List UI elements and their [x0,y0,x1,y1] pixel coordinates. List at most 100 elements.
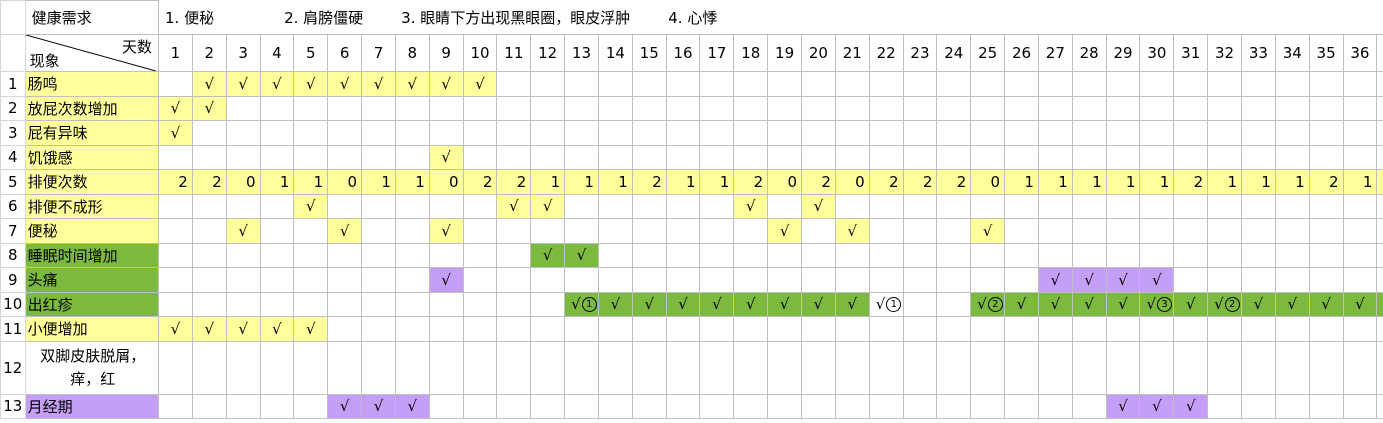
data-cell[interactable] [394,291,430,317]
data-cell[interactable] [361,316,396,342]
data-cell[interactable] [970,193,1006,219]
data-cell[interactable] [1274,95,1310,121]
data-cell[interactable] [1376,242,1383,268]
data-cell[interactable] [157,291,193,317]
data-cell[interactable]: √ [1105,393,1141,419]
data-cell[interactable] [1308,193,1344,219]
data-cell[interactable] [259,193,295,219]
data-cell[interactable] [1037,340,1073,395]
data-cell[interactable] [1207,218,1242,244]
data-cell[interactable] [327,120,363,146]
data-cell[interactable] [665,316,701,342]
data-cell[interactable] [361,144,396,170]
data-cell[interactable] [462,340,498,395]
data-cell[interactable] [1274,267,1310,293]
data-cell[interactable] [665,340,701,395]
data-cell[interactable] [394,267,430,293]
data-cell[interactable] [259,242,295,268]
data-cell[interactable]: √ [733,193,769,219]
row-label-cell[interactable]: 饥饿感 [24,144,159,170]
data-cell[interactable] [462,267,498,293]
data-cell[interactable] [530,95,566,121]
data-cell[interactable]: 2 [496,169,532,195]
data-cell[interactable] [1240,144,1276,170]
data-cell[interactable] [733,95,769,121]
data-cell[interactable] [191,267,227,293]
data-cell[interactable] [1342,71,1378,97]
data-cell[interactable] [1105,120,1141,146]
data-cell[interactable] [157,71,193,97]
data-cell[interactable] [733,316,769,342]
data-cell[interactable] [530,316,566,342]
data-cell[interactable] [530,144,566,170]
data-cell[interactable] [970,144,1006,170]
day-header-cell[interactable]: 28 [1071,34,1107,72]
data-cell[interactable] [327,267,363,293]
data-cell[interactable] [530,218,566,244]
data-cell[interactable] [936,291,972,317]
data-cell[interactable] [259,340,295,395]
data-cell[interactable] [428,193,464,219]
data-cell[interactable] [597,316,633,342]
data-cell[interactable] [801,120,836,146]
data-cell[interactable] [699,316,735,342]
data-cell[interactable]: √ [428,144,464,170]
data-cell[interactable] [1037,316,1073,342]
data-cell[interactable] [1105,316,1141,342]
data-cell[interactable]: 1 [1240,169,1276,195]
row-number-cell[interactable] [0,34,26,72]
data-cell[interactable] [597,267,633,293]
data-cell[interactable]: √ [970,218,1006,244]
data-cell[interactable] [597,340,633,395]
data-cell[interactable] [767,340,803,395]
data-cell[interactable] [1004,71,1039,97]
row-number-cell[interactable]: 3 [0,120,26,146]
data-cell[interactable]: √ [394,393,430,419]
data-cell[interactable] [191,193,227,219]
data-cell[interactable] [834,340,870,395]
data-cell[interactable] [1037,71,1073,97]
data-cell[interactable] [259,218,295,244]
needs-cell[interactable]: 1. 便秘 2. 肩膀僵硬 3. 眼睛下方出现黑眼圈，眼皮浮肿 4. 心悸 [158,1,1383,35]
data-cell[interactable]: 2 [868,169,904,195]
data-cell[interactable] [902,71,938,97]
day-header-cell[interactable]: 35 [1308,34,1344,72]
data-cell[interactable] [1240,242,1276,268]
data-cell[interactable] [970,71,1006,97]
data-cell[interactable] [259,95,295,121]
data-cell[interactable] [631,144,667,170]
data-cell[interactable] [1139,95,1175,121]
title-cell[interactable]: 健康需求 [24,0,159,35]
data-cell[interactable] [564,393,599,419]
row-number-cell[interactable]: 1 [0,71,26,97]
data-cell[interactable]: 0 [834,169,870,195]
data-cell[interactable]: √ [1240,291,1276,317]
day-header-cell[interactable]: 14 [597,34,633,72]
data-cell[interactable] [631,340,667,395]
data-cell[interactable]: 1 [530,169,566,195]
data-cell[interactable] [327,291,363,317]
data-cell[interactable] [1004,95,1039,121]
data-cell[interactable] [394,193,430,219]
data-cell[interactable]: √ [1037,291,1073,317]
data-cell[interactable] [767,144,803,170]
data-cell[interactable]: 1 [1342,169,1378,195]
data-cell[interactable]: √ [801,193,836,219]
data-cell[interactable] [597,193,633,219]
data-cell[interactable]: √3 [1139,291,1175,317]
data-cell[interactable] [394,316,430,342]
data-cell[interactable] [1173,144,1209,170]
data-cell[interactable] [1308,316,1344,342]
data-cell[interactable] [1308,267,1344,293]
day-header-cell[interactable]: 37 [1376,34,1383,72]
data-cell[interactable] [564,193,599,219]
data-cell[interactable] [564,218,599,244]
data-cell[interactable] [1274,71,1310,97]
data-cell[interactable]: √ [428,218,464,244]
data-cell[interactable] [1240,71,1276,97]
data-cell[interactable]: √ [157,316,193,342]
data-cell[interactable] [733,393,769,419]
data-cell[interactable] [834,71,870,97]
data-cell[interactable] [191,393,227,419]
data-cell[interactable] [1342,120,1378,146]
